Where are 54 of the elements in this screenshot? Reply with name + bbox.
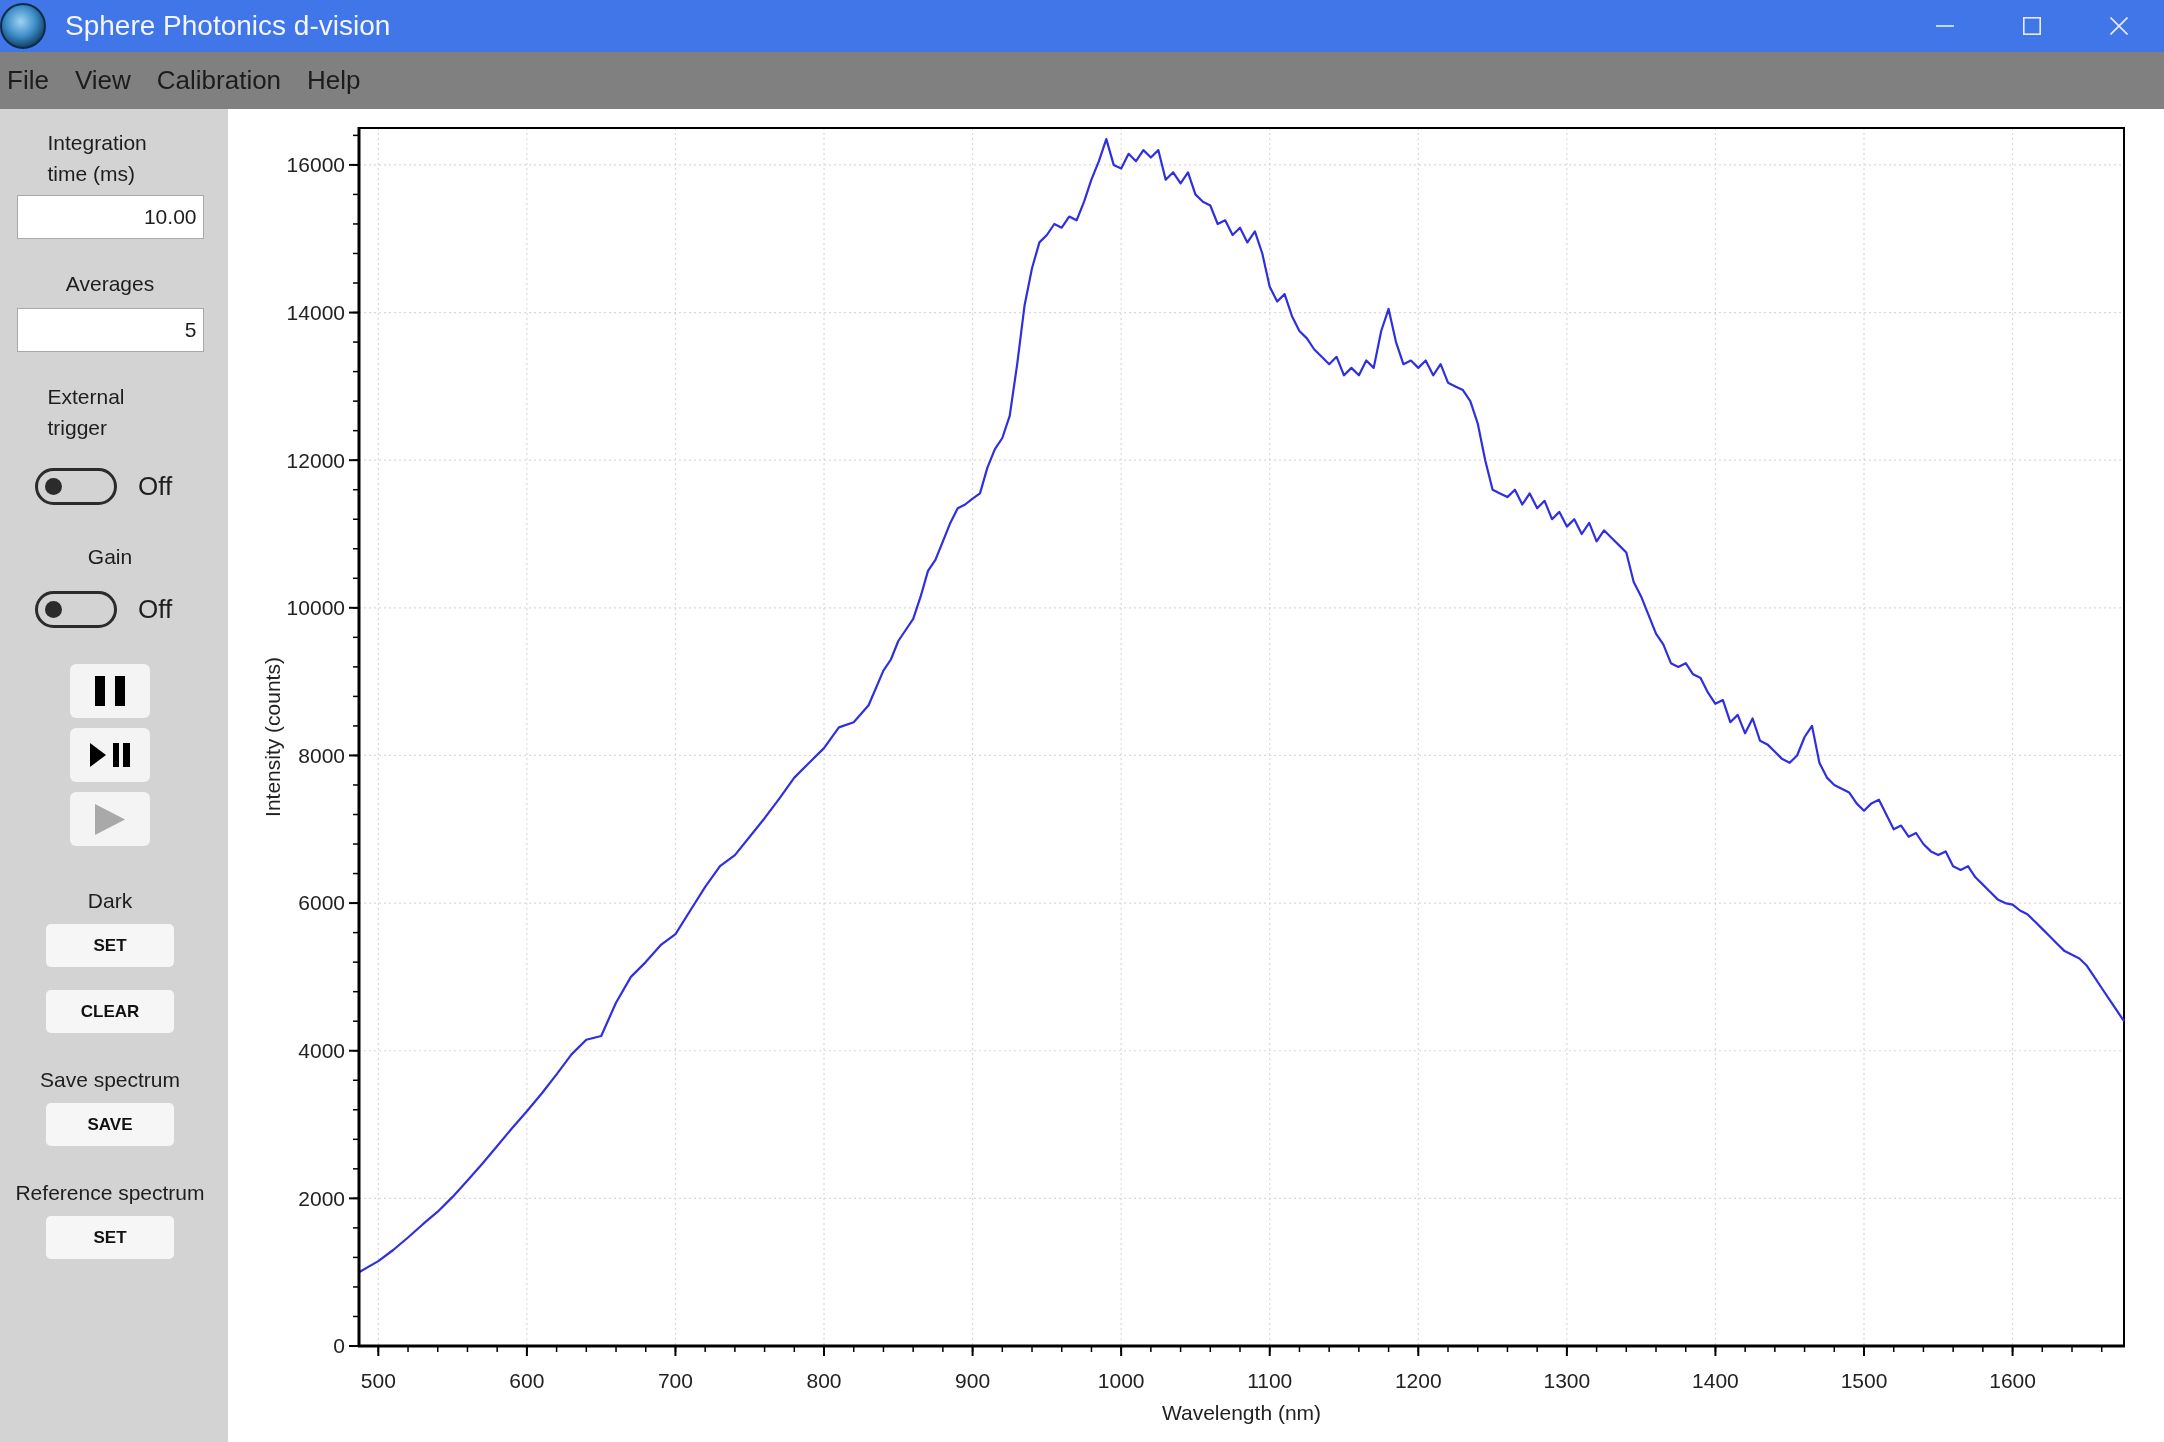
play-icon (95, 803, 125, 835)
tick-label: 600 (509, 1369, 545, 1392)
section-label: Dark (87, 888, 133, 914)
menu-item[interactable]: Calibration (154, 65, 284, 96)
tick-label: 14000 (286, 300, 345, 324)
action-button[interactable]: SET (46, 1216, 174, 1259)
toggle-state-label: Off (138, 471, 173, 502)
tick-label: 8000 (298, 743, 345, 767)
toggle-label: Gain (87, 544, 133, 570)
field-label: Integration time (ms) (47, 130, 148, 187)
axis-title: Wavelength (nm) (1161, 1401, 1322, 1424)
tick-label: 1100 (1247, 1369, 1293, 1392)
field-label: Averages (65, 271, 155, 297)
section-label: Reference spectrum (15, 1180, 205, 1206)
tick-label: 6000 (298, 891, 345, 915)
tick-label: 700 (657, 1369, 693, 1392)
tick-label: 900 (955, 1369, 991, 1392)
tick-label: 0 (333, 1334, 345, 1358)
pause-button[interactable] (70, 664, 150, 718)
menu-item[interactable]: Help (305, 65, 363, 96)
tick-label: 1500 (1840, 1369, 1888, 1392)
menu-item[interactable]: File (5, 65, 51, 96)
tick-label: 4000 (298, 1039, 345, 1063)
action-button[interactable]: SAVE (46, 1103, 174, 1146)
pause-icon (95, 676, 125, 706)
tick-label: 1600 (1989, 1369, 2036, 1392)
play-pause-icon (90, 743, 130, 767)
action-button[interactable]: SET (46, 924, 174, 967)
tick-label: 500 (360, 1369, 396, 1392)
menu-item[interactable]: View (72, 65, 133, 96)
input-field[interactable]: 5 (16, 308, 204, 352)
tick-label: 800 (806, 1369, 842, 1392)
tick-label: 1300 (1543, 1369, 1591, 1392)
action-button[interactable]: CLEAR (46, 990, 174, 1033)
toggle-switch[interactable] (35, 468, 117, 505)
tick-label: 10000 (286, 596, 345, 620)
tick-label: 1400 (1692, 1369, 1739, 1392)
tick-label: 12000 (286, 448, 345, 472)
sphere-icon (0, 3, 46, 49)
maximize-icon (2022, 17, 2041, 35)
input-field[interactable]: 10.00 (16, 195, 204, 239)
minimize-icon (1935, 25, 1954, 27)
toggle-state-label: Off (138, 594, 173, 625)
toggle-label: External trigger (47, 384, 126, 441)
tick-label: 1200 (1394, 1369, 1442, 1392)
section-label: Save spectrum (39, 1067, 181, 1093)
window-title: Sphere Photonics d-vision (65, 10, 391, 42)
toggle-switch[interactable] (35, 591, 117, 628)
tick-label: 1000 (1097, 1369, 1145, 1392)
tick-label: 16000 (286, 153, 345, 177)
tick-label: 2000 (298, 1186, 345, 1210)
play-pause-button[interactable] (70, 728, 150, 782)
axis-title: Intensity (counts) (261, 657, 284, 817)
close-icon (2109, 17, 2128, 35)
